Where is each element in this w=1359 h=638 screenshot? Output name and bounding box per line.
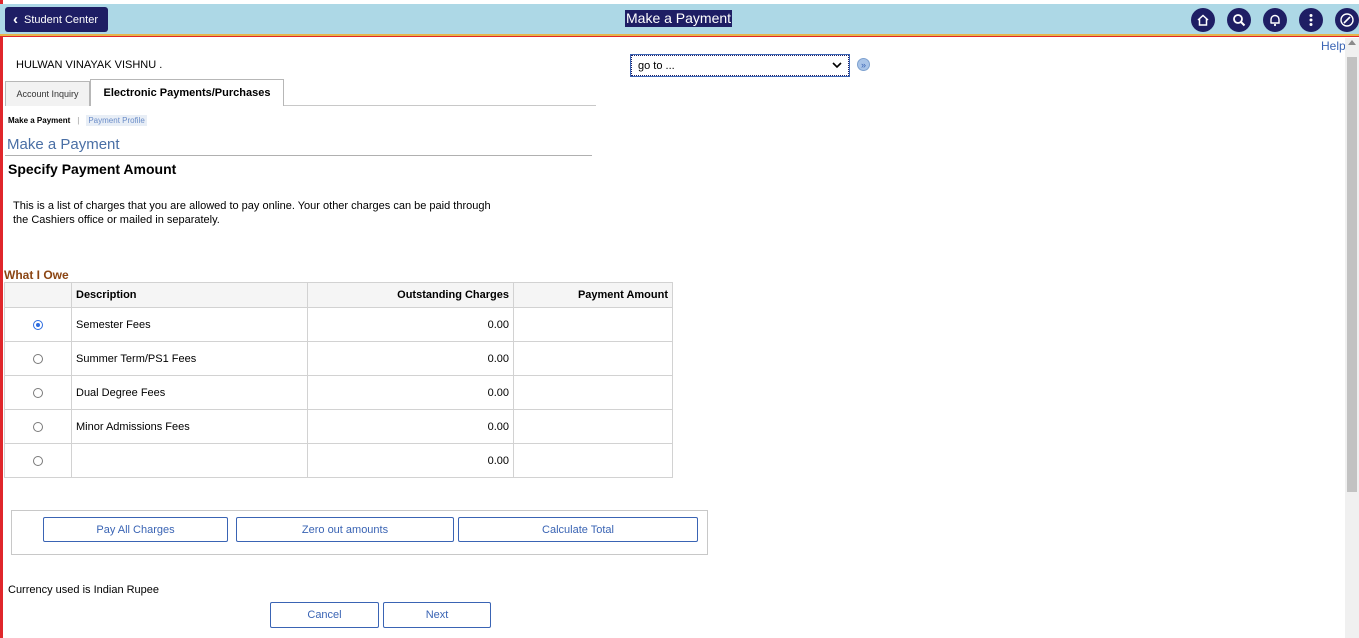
row-select-radio[interactable] bbox=[33, 353, 43, 364]
back-to-student-center-button[interactable]: ‹ Student Center bbox=[5, 7, 108, 32]
help-link[interactable]: Help bbox=[1321, 39, 1346, 53]
payment-amount[interactable] bbox=[513, 341, 673, 376]
window-frame-left bbox=[0, 0, 3, 638]
banner-accent-line-red bbox=[0, 36, 1359, 37]
subnav-separator: | bbox=[77, 116, 80, 125]
row-select-radio[interactable] bbox=[33, 421, 43, 432]
table-row: Summer Term/PS1 Fees 0.00 bbox=[4, 341, 673, 376]
sub-navigation: Make a Payment | Payment Profile bbox=[8, 115, 147, 126]
select-column-header bbox=[4, 282, 72, 308]
more-vertical-icon[interactable] bbox=[1299, 8, 1323, 32]
table-row: Semester Fees 0.00 bbox=[4, 307, 673, 342]
payment-amount[interactable] bbox=[513, 375, 673, 410]
outstanding-charge: 0.00 bbox=[307, 375, 514, 410]
home-icon[interactable] bbox=[1191, 8, 1215, 32]
outstanding-charge: 0.00 bbox=[307, 341, 514, 376]
outstanding-charge: 0.00 bbox=[307, 307, 514, 342]
cancel-button[interactable]: Cancel bbox=[270, 602, 379, 628]
outstanding-charge: 0.00 bbox=[307, 443, 514, 478]
compass-icon[interactable] bbox=[1335, 8, 1359, 32]
tab-account-inquiry[interactable]: Account Inquiry bbox=[5, 81, 90, 106]
calculate-total-button[interactable]: Calculate Total bbox=[458, 517, 698, 542]
charge-description: Dual Degree Fees bbox=[71, 375, 308, 410]
bell-icon[interactable] bbox=[1263, 8, 1287, 32]
column-header-outstanding: Outstanding Charges bbox=[307, 282, 514, 308]
section-subheading: Specify Payment Amount bbox=[8, 161, 177, 177]
column-header-payment: Payment Amount bbox=[513, 282, 673, 308]
payment-amount[interactable] bbox=[513, 409, 673, 444]
back-button-label: Student Center bbox=[24, 13, 98, 26]
page-heading: Make a Payment bbox=[7, 136, 120, 153]
payment-amount[interactable] bbox=[513, 443, 673, 478]
outstanding-charge: 0.00 bbox=[307, 409, 514, 444]
goto-select[interactable]: go to ... bbox=[630, 54, 850, 77]
scroll-thumb[interactable] bbox=[1347, 57, 1357, 492]
table-header-row: Description Outstanding Charges Payment … bbox=[4, 282, 673, 308]
table-row: 0.00 bbox=[4, 443, 673, 478]
chevron-down-icon bbox=[832, 62, 842, 69]
student-name: HULWAN VINAYAK VISHNU . bbox=[16, 59, 163, 71]
page-title: Make a Payment bbox=[625, 10, 733, 27]
row-select-radio[interactable] bbox=[33, 387, 43, 398]
next-button[interactable]: Next bbox=[383, 602, 491, 628]
intro-text: This is a list of charges that you are a… bbox=[13, 200, 491, 226]
tab-label: Account Inquiry bbox=[16, 89, 79, 99]
charge-description: Semester Fees bbox=[71, 307, 308, 342]
charge-description: Summer Term/PS1 Fees bbox=[71, 341, 308, 376]
goto-select-value: go to ... bbox=[638, 59, 675, 72]
chevron-left-icon: ‹ bbox=[13, 11, 18, 28]
search-icon[interactable] bbox=[1227, 8, 1251, 32]
what-i-owe-title: What I Owe bbox=[4, 268, 69, 282]
heading-divider bbox=[5, 155, 592, 156]
column-header-description: Description bbox=[71, 282, 308, 308]
tab-electronic-payments[interactable]: Electronic Payments/Purchases bbox=[90, 79, 284, 106]
zero-out-amounts-button[interactable]: Zero out amounts bbox=[236, 517, 454, 542]
charge-description bbox=[71, 443, 308, 478]
row-select-radio[interactable] bbox=[33, 455, 43, 466]
charge-description: Minor Admissions Fees bbox=[71, 409, 308, 444]
table-row: Minor Admissions Fees 0.00 bbox=[4, 409, 673, 444]
table-row: Dual Degree Fees 0.00 bbox=[4, 375, 673, 410]
goto-submit-icon[interactable]: » bbox=[857, 58, 870, 71]
scroll-up-arrow-icon[interactable] bbox=[1348, 40, 1356, 45]
vertical-scrollbar[interactable] bbox=[1345, 38, 1359, 638]
payment-amount[interactable] bbox=[513, 307, 673, 342]
subnav-payment-profile-link[interactable]: Payment Profile bbox=[86, 115, 147, 126]
subnav-current: Make a Payment bbox=[8, 116, 71, 125]
row-select-radio[interactable] bbox=[33, 319, 43, 330]
tab-label: Electronic Payments/Purchases bbox=[103, 87, 271, 99]
charges-table: Description Outstanding Charges Payment … bbox=[4, 282, 673, 478]
pay-all-charges-button[interactable]: Pay All Charges bbox=[43, 517, 228, 542]
currency-note: Currency used is Indian Rupee bbox=[8, 584, 160, 596]
